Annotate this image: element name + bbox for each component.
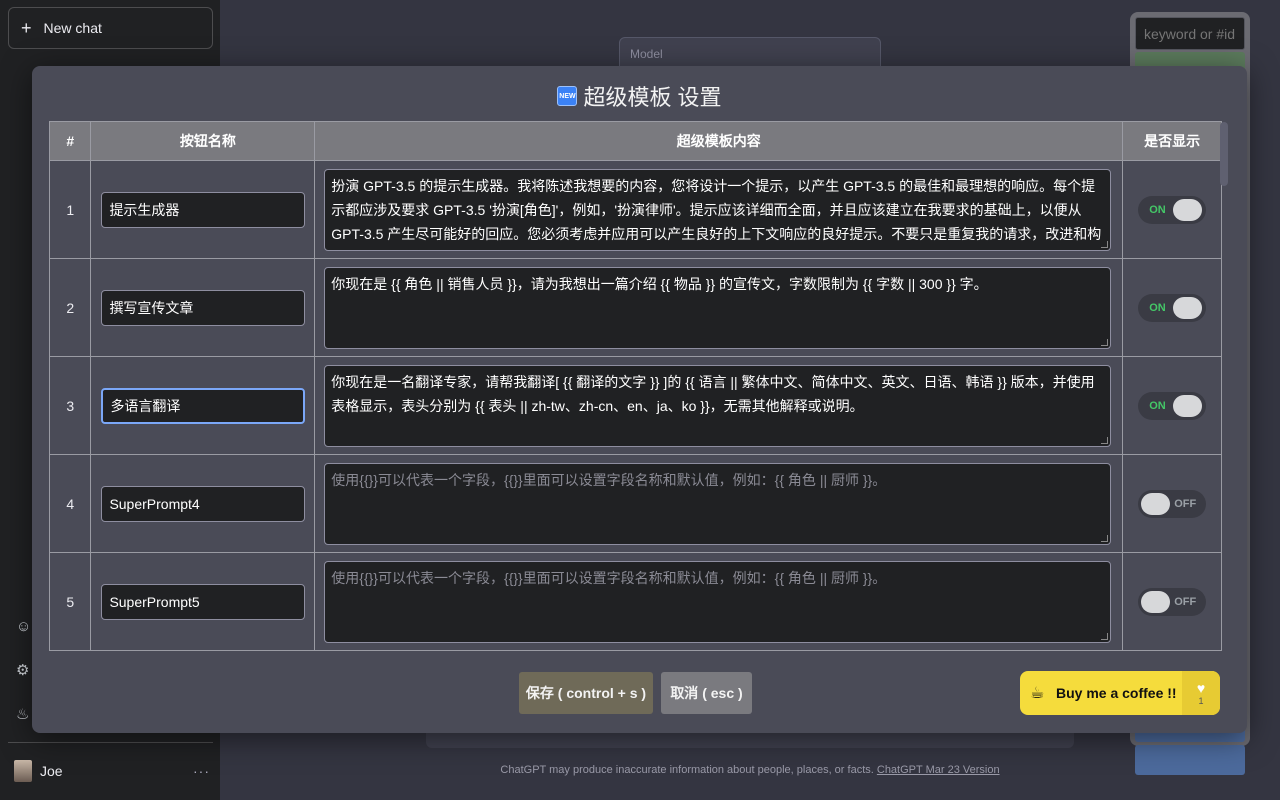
table-row: 5 使用{{}}可以代表一个字段，{{}}里面可以设置字段名称和默认值，例如：{… (50, 553, 1222, 651)
visibility-toggle[interactable]: OFF (1138, 588, 1206, 616)
template-content-textarea[interactable]: 使用{{}}可以代表一个字段，{{}}里面可以设置字段名称和默认值，例如：{{ … (324, 463, 1111, 545)
new-chat-button[interactable]: + New chat (8, 7, 213, 49)
table-row: 4 使用{{}}可以代表一个字段，{{}}里面可以设置字段名称和默认值，例如：{… (50, 455, 1222, 553)
row-number: 5 (50, 553, 91, 651)
visibility-toggle[interactable]: OFF (1138, 490, 1206, 518)
save-button[interactable]: 保存 ( control + s ) (519, 672, 653, 714)
button-name-input[interactable] (101, 290, 305, 326)
new-badge-icon: NEW (557, 86, 577, 106)
toggle-knob (1141, 493, 1170, 515)
coffee-count: 1 (1198, 696, 1203, 706)
coffee-label: Buy me a coffee !! (1056, 685, 1177, 701)
coffee-cup-icon: ☕ (1030, 683, 1056, 703)
sidebar-divider (8, 742, 213, 743)
toggle-label: ON (1149, 400, 1166, 412)
toggle-label: ON (1149, 204, 1166, 216)
model-label: Model (630, 47, 663, 61)
fire-icon[interactable]: ♨ (16, 706, 32, 724)
table-header-row: # 按钮名称 超级模板内容 是否显示 (50, 122, 1222, 161)
footer-text: ChatGPT may produce inaccurate informati… (500, 764, 873, 776)
resize-grip-icon[interactable] (1101, 339, 1108, 346)
table-row: 3 你现在是一名翻译专家，请帮我翻译[ {{ 翻译的文字 }} ]的 {{ 语言… (50, 357, 1222, 455)
toggle-knob (1141, 591, 1170, 613)
keyword-search-input[interactable] (1135, 17, 1245, 50)
template-content-textarea[interactable]: 使用{{}}可以代表一个字段，{{}}里面可以设置字段名称和默认值，例如：{{ … (324, 561, 1111, 643)
template-content-textarea[interactable]: 你现在是一名翻译专家，请帮我翻译[ {{ 翻译的文字 }} ]的 {{ 语言 |… (324, 365, 1111, 447)
sidebar-actions: ☺ ⚙ ♨ (16, 618, 32, 724)
header-visibility: 是否显示 (1123, 122, 1222, 161)
visibility-toggle[interactable]: ON (1138, 392, 1206, 420)
table-scrollbar[interactable] (1220, 122, 1228, 186)
visibility-toggle[interactable]: ON (1138, 196, 1206, 224)
toggle-knob (1173, 297, 1202, 319)
template-content-text: 你现在是一名翻译专家，请帮我翻译[ {{ 翻译的文字 }} ]的 {{ 语言 |… (331, 370, 1104, 442)
button-name-input[interactable] (101, 192, 305, 228)
super-prompt-settings-modal: NEW 超级模板 设置 # 按钮名称 超级模板内容 是否显示 1 扮演 GPT-… (32, 66, 1247, 733)
new-chat-label: New chat (44, 20, 102, 36)
toggle-label: ON (1149, 302, 1166, 314)
button-name-input[interactable] (101, 388, 305, 424)
row-number: 2 (50, 259, 91, 357)
row-number: 4 (50, 455, 91, 553)
settings-table-container[interactable]: # 按钮名称 超级模板内容 是否显示 1 扮演 GPT-3.5 的提示生成器。我… (49, 121, 1228, 652)
template-content-text: 扮演 GPT-3.5 的提示生成器。我将陈述我想要的内容，您将设计一个提示，以产… (331, 174, 1104, 246)
modal-title-text: 超级模板 设置 (583, 80, 721, 112)
settings-table: # 按钮名称 超级模板内容 是否显示 1 扮演 GPT-3.5 的提示生成器。我… (49, 121, 1222, 651)
header-template-content: 超级模板内容 (315, 122, 1123, 161)
button-name-input[interactable] (101, 486, 305, 522)
template-content-placeholder: 使用{{}}可以代表一个字段，{{}}里面可以设置字段名称和默认值，例如：{{ … (331, 468, 1104, 540)
table-row: 1 扮演 GPT-3.5 的提示生成器。我将陈述我想要的内容，您将设计一个提示，… (50, 161, 1222, 259)
resize-grip-icon[interactable] (1101, 241, 1108, 248)
cancel-button[interactable]: 取消 ( esc ) (661, 672, 752, 714)
version-link[interactable]: ChatGPT Mar 23 Version (877, 764, 1000, 776)
toggle-label: OFF (1174, 498, 1196, 510)
user-icon[interactable]: ☺ (16, 618, 32, 636)
table-row: 2 你现在是 {{ 角色 || 销售人员 }}，请为我想出一篇介绍 {{ 物品 … (50, 259, 1222, 357)
header-num: # (50, 122, 91, 161)
toggle-knob (1173, 199, 1202, 221)
resize-grip-icon[interactable] (1101, 633, 1108, 640)
template-content-placeholder: 使用{{}}可以代表一个字段，{{}}里面可以设置字段名称和默认值，例如：{{ … (331, 566, 1104, 638)
resize-grip-icon[interactable] (1101, 437, 1108, 444)
template-content-textarea[interactable]: 你现在是 {{ 角色 || 销售人员 }}，请为我想出一篇介绍 {{ 物品 }}… (324, 267, 1111, 349)
footer-note: ChatGPT may produce inaccurate informati… (0, 764, 1280, 776)
buy-me-a-coffee-button[interactable]: ☕ Buy me a coffee !! ♥ 1 (1020, 671, 1220, 715)
button-name-input[interactable] (101, 584, 305, 620)
visibility-toggle[interactable]: ON (1138, 294, 1206, 322)
coffee-like[interactable]: ♥ 1 (1182, 671, 1220, 715)
row-number: 3 (50, 357, 91, 455)
heart-icon: ♥ (1197, 680, 1205, 696)
template-content-textarea[interactable]: 扮演 GPT-3.5 的提示生成器。我将陈述我想要的内容，您将设计一个提示，以产… (324, 169, 1111, 251)
resize-grip-icon[interactable] (1101, 535, 1108, 542)
template-content-text: 你现在是 {{ 角色 || 销售人员 }}，请为我想出一篇介绍 {{ 物品 }}… (331, 272, 1104, 344)
plus-icon: + (21, 18, 32, 39)
modal-title: NEW 超级模板 设置 (32, 80, 1247, 112)
header-button-name: 按钮名称 (91, 122, 315, 161)
panel-item[interactable] (1135, 745, 1245, 775)
row-number: 1 (50, 161, 91, 259)
toggle-knob (1173, 395, 1202, 417)
settings-icon[interactable]: ⚙ (16, 662, 32, 680)
toggle-label: OFF (1174, 596, 1196, 608)
